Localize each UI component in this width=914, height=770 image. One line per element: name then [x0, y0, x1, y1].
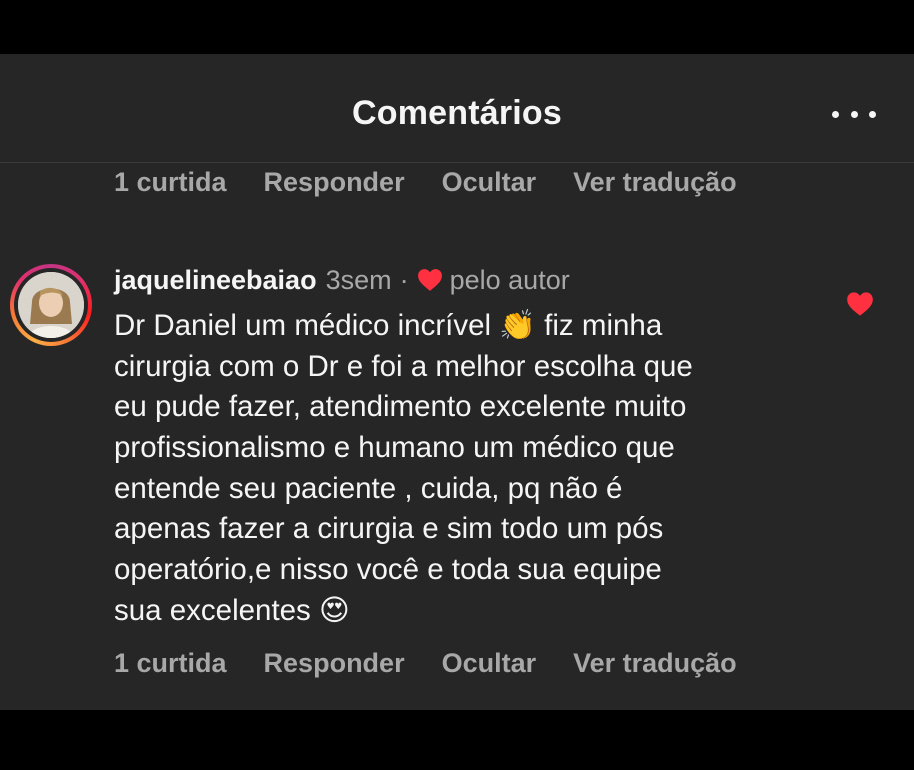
meta-separator: ·	[399, 264, 409, 295]
comment-actions: 1 curtida Responder Ocultar Ver tradução	[114, 648, 774, 679]
more-dot	[832, 110, 839, 118]
heart-icon	[417, 269, 442, 291]
likes-count-link[interactable]: 1 curtida	[114, 167, 227, 198]
comment-line: sua excelentes 😍	[114, 593, 350, 627]
reply-button[interactable]: Responder	[264, 648, 405, 679]
comment-line: Dr Daniel um médico incrível 👏 fiz minha	[114, 309, 663, 342]
avatar-photo	[18, 272, 84, 338]
comment-time: 3sem	[325, 264, 392, 295]
reply-button[interactable]: Responder	[264, 167, 405, 198]
avatar-border	[14, 268, 88, 342]
comment-line: apenas fazer a cirurgia e sim todo um pó…	[114, 512, 664, 546]
more-options-icon[interactable]	[832, 104, 876, 124]
comments-panel: Comentários 1 curtida Responder Ocultar …	[0, 54, 914, 710]
see-translation-button[interactable]: Ver tradução	[573, 167, 737, 198]
comment-line: eu pude fazer, atendimento excelente mui…	[114, 390, 687, 424]
more-dot	[850, 110, 858, 118]
liked-by-author-label: pelo autor	[449, 264, 570, 295]
previous-comment-actions: 1 curtida Responder Ocultar Ver tradução	[114, 167, 774, 198]
like-heart-icon[interactable]	[846, 291, 874, 317]
avatar-person-icon	[18, 272, 84, 338]
likes-count-link[interactable]: 1 curtida	[114, 648, 227, 679]
more-dot	[869, 110, 876, 118]
avatar[interactable]	[10, 264, 92, 346]
page-title: Comentários	[351, 94, 563, 132]
hide-button[interactable]: Ocultar	[442, 167, 537, 198]
hide-button[interactable]: Ocultar	[442, 648, 537, 679]
comment-text: Dr Daniel um médico incrível 👏 fiz minha…	[114, 306, 834, 632]
comment-line: entende seu paciente , cuida, pq não é	[114, 471, 623, 505]
comment-line: operatório,e nisso você e toda sua equip…	[114, 553, 662, 587]
comments-header: Comentários	[0, 54, 914, 163]
see-translation-button[interactable]: Ver tradução	[573, 648, 737, 679]
comment-line: cirurgia com o Dr e foi a melhor escolha…	[114, 349, 693, 383]
comment-line: profissionalismo e humano um médico que	[114, 431, 675, 465]
comment-meta: jaquelineebaiao 3sem · pelo autor	[114, 262, 570, 298]
comment-username[interactable]: jaquelineebaiao	[114, 265, 317, 296]
